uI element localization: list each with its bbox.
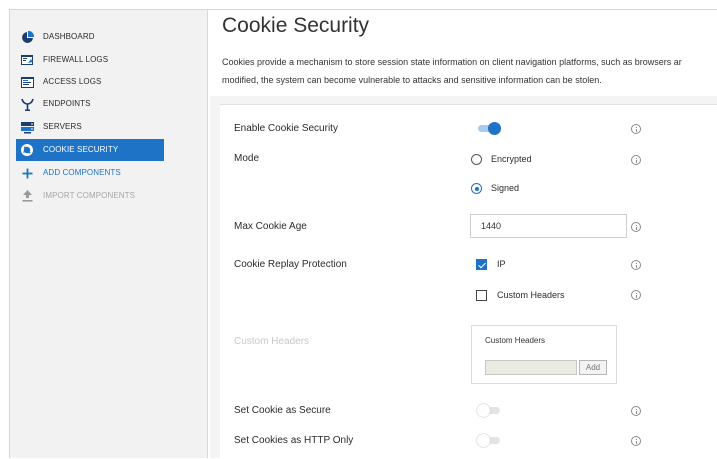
sidebar-item-label: ENDPOINTS (43, 99, 91, 108)
sidebar-item-label: ACCESS LOGS (43, 77, 102, 86)
info-icon[interactable] (631, 260, 641, 270)
page-description: Cookies provide a mechanism to store ses… (222, 53, 717, 89)
sidebar-item-servers[interactable]: SERVERS (0, 116, 198, 138)
max-cookie-age-input[interactable]: 1440 (470, 214, 627, 238)
cookie-icon (20, 143, 34, 157)
sidebar-item-label: SERVERS (43, 122, 82, 131)
mode-option-label: Signed (491, 183, 520, 193)
description-line: Cookies provide a mechanism to store ses… (222, 57, 682, 67)
enable-cookie-security-toggle[interactable] (477, 122, 501, 135)
set-cookie-secure-label: Set Cookie as Secure (234, 405, 331, 416)
sidebar-item-endpoints[interactable]: ENDPOINTS (0, 93, 198, 115)
custom-headers-box (471, 325, 617, 384)
enable-cookie-security-label: Enable Cookie Security (234, 123, 338, 134)
sidebar-item-import-components[interactable]: IMPORT COMPONENTS (0, 185, 198, 207)
sidebar-item-label: DASHBOARD (43, 32, 95, 41)
sidebar-item-cookie-security[interactable]: COOKIE SECURITY (16, 139, 164, 161)
sidebar-item-label: COOKIE SECURITY (43, 145, 119, 154)
mode-radio-encrypted[interactable] (471, 154, 482, 165)
endpoint-icon (20, 97, 34, 111)
sidebar-item-firewall-logs[interactable]: FIREWALL LOGS (0, 49, 198, 71)
sidebar-item-label: IMPORT COMPONENTS (43, 191, 136, 200)
info-icon[interactable] (631, 124, 641, 134)
replay-option-label: IP (497, 259, 506, 269)
set-cookie-http-only-toggle[interactable] (477, 434, 501, 447)
set-cookie-http-only-label: Set Cookies as HTTP Only (234, 435, 354, 446)
sidebar-item-label: FIREWALL LOGS (43, 55, 109, 64)
description-line: modified, the system can become vulnerab… (222, 75, 602, 85)
custom-headers-label: Custom Headers (234, 336, 310, 347)
mode-radio-signed[interactable] (471, 183, 482, 194)
max-cookie-age-label: Max Cookie Age (234, 221, 307, 232)
replay-ip-checkbox[interactable] (476, 259, 487, 270)
plus-icon (20, 166, 34, 180)
mode-label: Mode (234, 153, 260, 164)
custom-headers-box-title: Custom Headers (485, 336, 546, 345)
info-icon[interactable] (631, 406, 641, 416)
cookie-replay-protection-label: Cookie Replay Protection (234, 259, 347, 270)
firewall-logs-icon (20, 53, 34, 67)
toggle-knob (477, 404, 490, 417)
info-icon[interactable] (631, 436, 641, 446)
sidebar-item-label: ADD COMPONENTS (43, 168, 121, 177)
sidebar-item-add-components[interactable]: ADD COMPONENTS (0, 162, 198, 184)
info-icon[interactable] (631, 155, 641, 165)
toggle-knob (477, 434, 490, 447)
info-icon[interactable] (631, 222, 641, 232)
mode-option-label: Encrypted (491, 154, 532, 164)
replay-custom-headers-checkbox[interactable] (476, 290, 487, 301)
toggle-knob (488, 122, 501, 135)
sidebar-item-dashboard[interactable]: DASHBOARD (0, 26, 198, 48)
sidebar-item-access-logs[interactable]: ACCESS LOGS (0, 71, 198, 93)
settings-panel (210, 96, 717, 459)
pie-chart-icon (20, 30, 34, 44)
replay-option-label: Custom Headers (497, 290, 565, 300)
server-icon (20, 120, 34, 134)
custom-headers-input[interactable] (485, 360, 577, 375)
page-title: Cookie Security (222, 14, 370, 37)
upload-icon (20, 189, 34, 203)
access-logs-icon (20, 75, 34, 89)
set-cookie-secure-toggle[interactable] (477, 404, 501, 417)
info-icon[interactable] (631, 290, 641, 300)
add-header-button[interactable]: Add (579, 360, 607, 375)
